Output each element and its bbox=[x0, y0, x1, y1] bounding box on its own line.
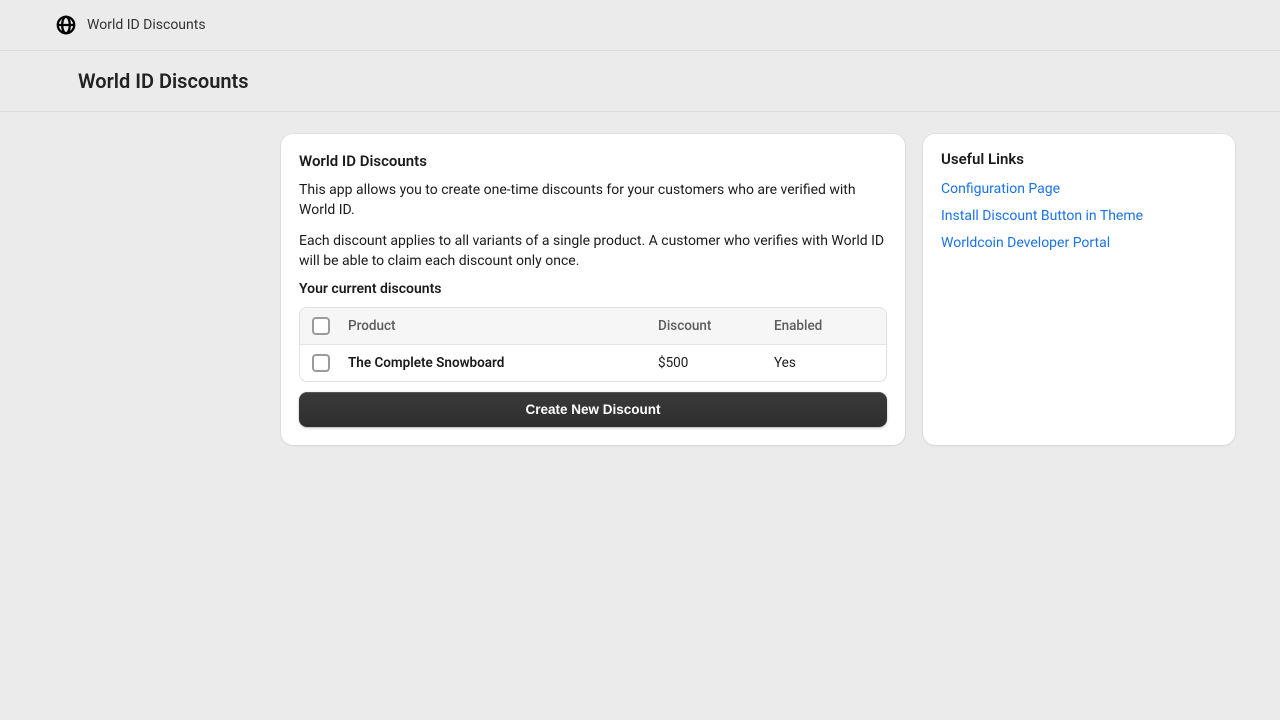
row-checkbox[interactable] bbox=[312, 354, 330, 372]
titlebar: World ID Discounts bbox=[0, 51, 1280, 112]
app-logo-icon bbox=[55, 14, 77, 36]
content-area: World ID Discounts This app allows you t… bbox=[45, 112, 1235, 445]
table-row[interactable]: The Complete Snowboard $500 Yes bbox=[300, 345, 886, 381]
select-all-checkbox[interactable] bbox=[312, 317, 330, 335]
col-header-product: Product bbox=[348, 318, 658, 334]
link-install-discount-button[interactable]: Install Discount Button in Theme bbox=[941, 208, 1143, 224]
useful-links-list: Configuration Page Install Discount Butt… bbox=[941, 178, 1217, 251]
useful-links-card: Useful Links Configuration Page Install … bbox=[923, 134, 1235, 445]
main-heading: World ID Discounts bbox=[299, 152, 887, 170]
col-header-enabled: Enabled bbox=[774, 318, 874, 334]
topbar: World ID Discounts bbox=[0, 0, 1280, 51]
intro-paragraph-2: Each discount applies to all variants of… bbox=[299, 231, 887, 272]
intro-paragraph-1: This app allows you to create one-time d… bbox=[299, 180, 887, 221]
app-name: World ID Discounts bbox=[87, 17, 206, 33]
link-worldcoin-developer-portal[interactable]: Worldcoin Developer Portal bbox=[941, 235, 1110, 251]
row-discount: $500 bbox=[658, 355, 774, 371]
discounts-table: Product Discount Enabled The Complete Sn… bbox=[299, 307, 887, 382]
col-header-discount: Discount bbox=[658, 318, 774, 334]
row-enabled: Yes bbox=[774, 355, 874, 371]
page-title: World ID Discounts bbox=[78, 69, 1250, 93]
table-header-row: Product Discount Enabled bbox=[300, 308, 886, 345]
main-card: World ID Discounts This app allows you t… bbox=[281, 134, 905, 445]
useful-links-heading: Useful Links bbox=[941, 150, 1217, 168]
row-product: The Complete Snowboard bbox=[348, 355, 658, 371]
discounts-subheading: Your current discounts bbox=[299, 281, 887, 297]
create-new-discount-button[interactable]: Create New Discount bbox=[299, 392, 887, 427]
link-configuration-page[interactable]: Configuration Page bbox=[941, 181, 1060, 197]
